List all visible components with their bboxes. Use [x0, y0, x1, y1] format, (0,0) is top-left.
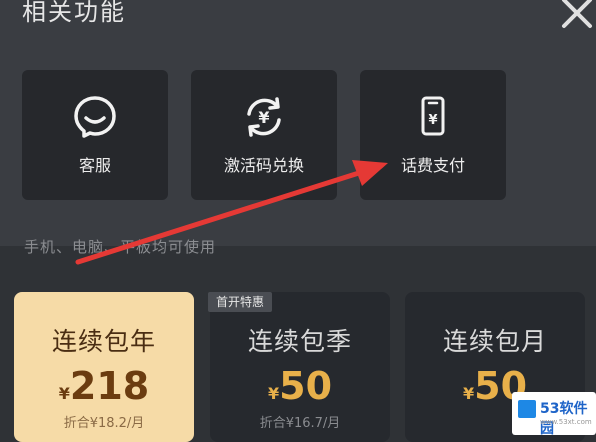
- sheet-title: 相关功能: [22, 0, 126, 26]
- phone-bill-pay-label: 话费支付: [400, 156, 465, 175]
- close-icon: [562, 0, 592, 28]
- plan-monthly-equivalent: 折合¥18.2/月: [63, 416, 145, 431]
- plan-name: 连续包月: [442, 327, 547, 356]
- plan-name: 连续包年: [51, 327, 156, 356]
- device-note: 手机、电脑、平板均可使用: [24, 238, 217, 256]
- plan-quarterly[interactable]: 连续包季 ¥50 折合¥16.7/月: [210, 292, 390, 442]
- phone-bill-pay-card[interactable]: ¥ 话费支付: [360, 70, 506, 200]
- customer-service-label: 客服: [78, 156, 111, 175]
- plan-name: 连续包季: [247, 327, 352, 356]
- activation-code-label: 激活码兑换: [223, 156, 304, 175]
- watermark-url: www.53xt.com: [540, 418, 592, 426]
- site-watermark: 53软件园 www.53xt.com: [512, 392, 596, 437]
- customer-service-card[interactable]: 客服: [22, 70, 168, 200]
- close-button[interactable]: [558, 0, 594, 32]
- yuan-exchange-icon: ¥: [247, 97, 281, 137]
- svg-text:¥: ¥: [258, 108, 269, 127]
- plan-price: ¥218: [58, 364, 150, 408]
- first-purchase-badge: 首开特惠: [208, 292, 273, 312]
- phone-yuan-icon: ¥: [421, 96, 445, 136]
- related-functions-sheet: 相关功能 客服 ¥ 激活码兑换 ¥ 话费支付: [0, 0, 596, 246]
- plan-monthly-equivalent: 折合¥16.7/月: [259, 416, 341, 431]
- plan-price: ¥50: [267, 364, 333, 408]
- watermark-logo: [518, 400, 536, 418]
- svg-text:¥: ¥: [428, 113, 437, 128]
- chat-bubble-icon: [74, 96, 116, 138]
- plan-yearly[interactable]: 连续包年 ¥218 折合¥18.2/月: [14, 292, 194, 442]
- activation-code-card[interactable]: ¥ 激活码兑换: [191, 70, 337, 200]
